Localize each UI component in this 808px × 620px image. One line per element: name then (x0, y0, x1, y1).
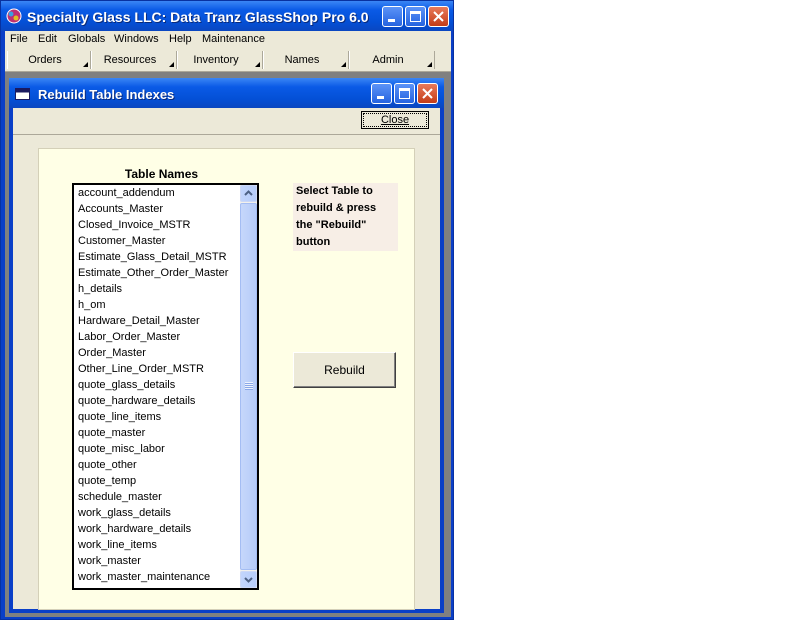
child-toolbar: Close (13, 108, 440, 135)
dropdown-arrow-icon (83, 62, 88, 67)
toolbar-admin-label: Admin (372, 54, 404, 66)
list-item[interactable]: Labor_Order_Master (76, 329, 241, 345)
minimize-icon (388, 19, 395, 22)
grip-icon (245, 382, 253, 390)
scroll-up-button[interactable] (240, 185, 257, 202)
table-names-label: Table Names (124, 167, 199, 181)
close-icon (433, 11, 444, 22)
toolbar-names-label: Names (284, 54, 320, 66)
list-item[interactable]: work_hardware_details (76, 521, 241, 537)
list-item[interactable]: schedule_master (76, 489, 241, 505)
list-item[interactable]: Other_Line_Order_MSTR (76, 361, 241, 377)
list-scrollbar[interactable] (240, 185, 257, 588)
list-item[interactable]: account_addendum (76, 185, 241, 201)
menu-file[interactable]: File (10, 33, 28, 45)
child-window-title: Rebuild Table Indexes (38, 87, 175, 102)
list-item[interactable]: work_line_items (76, 537, 241, 553)
child-client-area: Close Table Names account_addendum Accou… (13, 108, 440, 610)
list-item[interactable]: work_glass_details (76, 505, 241, 521)
menu-globals[interactable]: Globals (68, 33, 105, 45)
window-menu-icon[interactable] (15, 88, 30, 100)
list-item[interactable]: quote_temp (76, 473, 241, 489)
toolbar-resources-label: Resources (103, 54, 157, 66)
list-item[interactable]: Estimate_Other_Order_Master (76, 265, 241, 281)
menu-edit[interactable]: Edit (38, 33, 57, 45)
scroll-thumb[interactable] (240, 203, 257, 570)
child-titlebar[interactable]: Rebuild Table Indexes (9, 78, 444, 108)
main-window: Specialty Glass LLC: Data Tranz GlassSho… (0, 0, 454, 620)
minimize-button[interactable] (382, 6, 403, 27)
toolbar: Orders Resources Inventory Names Admin (5, 49, 451, 72)
rebuild-table-indexes-window: Rebuild Table Indexes Close Table Names (9, 78, 444, 613)
child-maximize-button[interactable] (394, 83, 415, 104)
maximize-icon (399, 88, 410, 99)
child-minimize-button[interactable] (371, 83, 392, 104)
close-window-button[interactable] (428, 6, 449, 27)
mdi-workspace: Rebuild Table Indexes Close Table Names (5, 72, 451, 617)
child-close-button[interactable] (417, 83, 438, 104)
scroll-down-button[interactable] (240, 571, 257, 588)
list-item[interactable]: Order_Master (76, 345, 241, 361)
chevron-down-icon (244, 577, 253, 583)
instruction-line: button (296, 236, 331, 248)
list-item[interactable]: Accounts_Master (76, 201, 241, 217)
menu-help[interactable]: Help (169, 33, 192, 45)
instruction-line: rebuild & press (296, 202, 377, 214)
instructions-text: Select Table to rebuild & press the "Reb… (293, 183, 398, 251)
app-titlebar[interactable]: Specialty Glass LLC: Data Tranz GlassSho… (1, 1, 453, 31)
menu-windows[interactable]: Windows (114, 33, 159, 45)
toolbar-inventory-label: Inventory (193, 54, 239, 66)
table-names-list[interactable]: account_addendum Accounts_Master Closed_… (72, 183, 259, 590)
list-item[interactable]: quote_hardware_details (76, 393, 241, 409)
dropdown-arrow-icon (427, 62, 432, 67)
menu-maintenance[interactable]: Maintenance (202, 33, 265, 45)
dropdown-arrow-icon (341, 62, 346, 67)
instruction-line: the "Rebuild" (296, 219, 367, 231)
toolbar-resources-button[interactable]: Resources (91, 51, 177, 69)
list-item[interactable]: Customer_Master (76, 233, 241, 249)
list-item[interactable]: work_master (76, 553, 241, 569)
toolbar-admin-button[interactable]: Admin (349, 51, 435, 69)
dropdown-arrow-icon (169, 62, 174, 67)
list-item[interactable]: Hardware_Detail_Master (76, 313, 241, 329)
app-title: Specialty Glass LLC: Data Tranz GlassSho… (27, 9, 369, 25)
list-item[interactable]: quote_glass_details (76, 377, 241, 393)
rebuild-panel: Table Names account_addendum Accounts_Ma… (38, 148, 415, 610)
list-item[interactable]: h_details (76, 281, 241, 297)
list-item[interactable]: Estimate_Glass_Detail_MSTR (76, 249, 241, 265)
list-item[interactable]: h_om (76, 297, 241, 313)
toolbar-inventory-button[interactable]: Inventory (177, 51, 263, 69)
app-logo-icon (6, 8, 22, 24)
menu-bar: File Edit Globals Windows Help Maintenan… (5, 31, 451, 49)
toolbar-names-button[interactable]: Names (263, 51, 349, 69)
list-item[interactable]: quote_misc_labor (76, 441, 241, 457)
close-icon (422, 88, 433, 99)
list-item[interactable]: quote_line_items (76, 409, 241, 425)
list-item[interactable]: quote_other (76, 457, 241, 473)
dropdown-arrow-icon (255, 62, 260, 67)
maximize-button[interactable] (405, 6, 426, 27)
list-item[interactable]: Closed_Invoice_MSTR (76, 217, 241, 233)
close-button[interactable]: Close (361, 111, 429, 129)
list-item[interactable]: quote_master (76, 425, 241, 441)
toolbar-orders-label: Orders (28, 54, 62, 66)
rebuild-button[interactable]: Rebuild (293, 352, 396, 388)
table-list-items: account_addendum Accounts_Master Closed_… (76, 185, 241, 585)
list-item[interactable]: work_master_maintenance (76, 569, 241, 585)
maximize-icon (410, 11, 421, 22)
minimize-icon (377, 96, 384, 99)
toolbar-orders-button[interactable]: Orders (7, 51, 91, 69)
instruction-line: Select Table to (296, 185, 373, 197)
chevron-up-icon (244, 190, 253, 196)
